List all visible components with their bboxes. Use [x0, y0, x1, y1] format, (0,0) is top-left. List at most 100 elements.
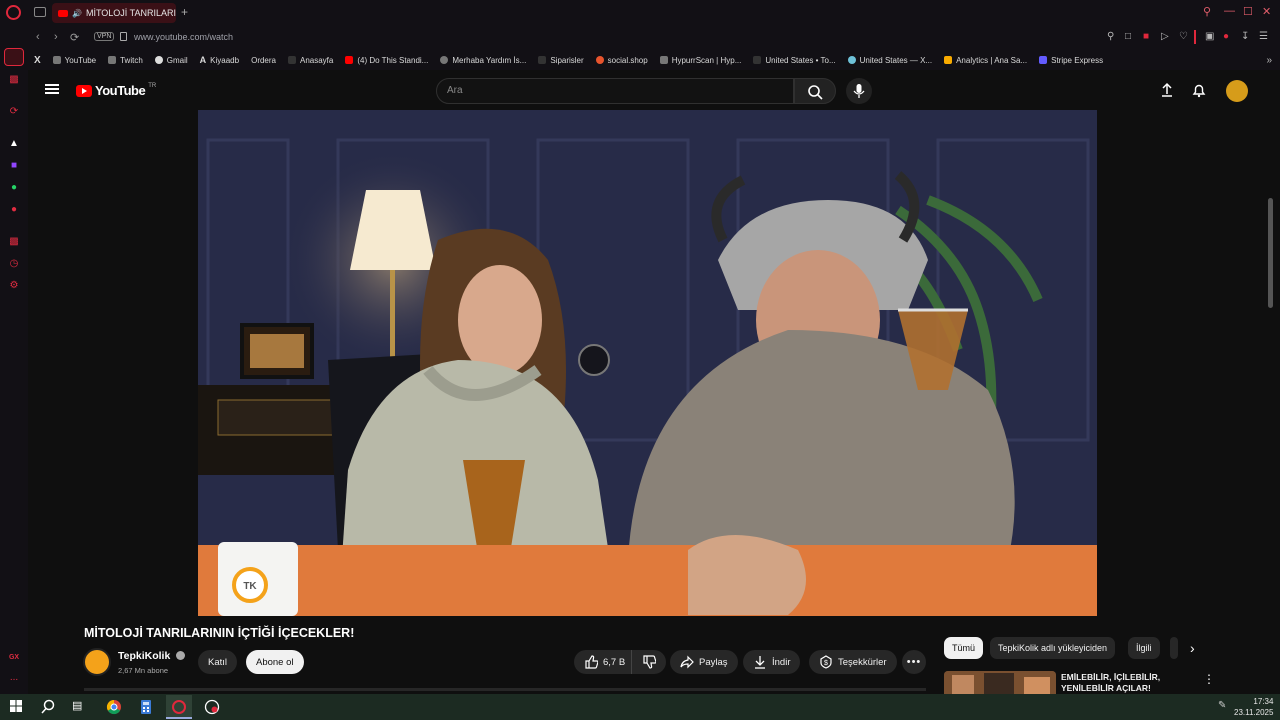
bookmark-item[interactable]: YouTube: [47, 56, 102, 65]
guide-menu-icon[interactable]: [45, 84, 59, 94]
opera-gx-app[interactable]: [166, 695, 192, 719]
extensions-icon[interactable]: ▣: [1205, 31, 1214, 42]
scrollbar-thumb[interactable]: [1268, 198, 1273, 308]
sidebar-home-icon[interactable]: [4, 48, 24, 66]
thanks-button[interactable]: $ Teşekkürler: [809, 650, 897, 674]
mug-logo-text: TK: [243, 581, 257, 592]
forward-icon[interactable]: ›: [54, 31, 58, 43]
bookmark-item[interactable]: Anasayfa: [282, 56, 339, 65]
notifications-button[interactable]: [1191, 82, 1207, 98]
vpn-badge[interactable]: VPN: [94, 32, 115, 41]
bookmark-item[interactable]: A Kiyaadb: [194, 55, 245, 65]
bookmarks-overflow-icon[interactable]: »: [1266, 55, 1280, 66]
bookmark-item[interactable]: social.shop: [590, 56, 654, 65]
share-button[interactable]: Paylaş: [670, 650, 738, 674]
chip-all[interactable]: Tümü: [944, 637, 984, 659]
recommendation-title[interactable]: EMİLEBİLİR, İÇİLEBİLİR, YENİLEBİLİR AÇIL…: [1061, 672, 1201, 694]
sidebar-twitch-icon[interactable]: ■: [6, 160, 22, 174]
channel-avatar[interactable]: [83, 648, 111, 676]
bookmark-item[interactable]: HypurrScan | Hyp...: [654, 56, 748, 65]
chip-related[interactable]: İlgili: [1128, 637, 1160, 659]
more-actions-button[interactable]: •••: [902, 650, 926, 674]
adblock-icon[interactable]: ■: [1143, 31, 1149, 42]
chevron-right-icon[interactable]: ›: [1190, 640, 1195, 656]
bookmark-item[interactable]: Merhaba Yardım İs...: [434, 56, 532, 65]
clock-time: 17:34: [1253, 697, 1274, 706]
chip-from-uploader[interactable]: TepkiKolik adlı yükleyiciden: [990, 637, 1116, 659]
thumbnail-image: [944, 671, 1056, 694]
account-icon[interactable]: ●: [1223, 31, 1229, 42]
bookmark-x[interactable]: X: [28, 55, 47, 66]
video-player[interactable]: TK: [198, 110, 1097, 616]
sidebar-wallet-icon[interactable]: ▩: [6, 236, 22, 250]
easy-setup-icon[interactable]: ☰: [1259, 31, 1268, 42]
minimize-icon[interactable]: —: [1224, 5, 1235, 17]
bookmark-item[interactable]: Analytics | Ana Sa...: [938, 56, 1033, 65]
lock-icon[interactable]: [120, 32, 127, 41]
new-tab-plus-icon[interactable]: +: [181, 5, 188, 19]
opera-gx-logo-icon[interactable]: [6, 5, 21, 20]
channel-name[interactable]: TepkiKolik: [118, 650, 186, 662]
bookmark-item[interactable]: (4) Do This Standi...: [339, 56, 434, 65]
avatar[interactable]: [1226, 80, 1248, 102]
tab-active[interactable]: 🔊 MİTOLOJİ TANRILARIN: [52, 3, 176, 23]
share-label: Paylaş: [699, 656, 728, 668]
recording-app[interactable]: [204, 699, 220, 715]
bookmark-item[interactable]: Ordera: [245, 56, 282, 65]
page-icon: [753, 56, 762, 64]
bookmarks-bar: X YouTube Twitch Gmail A Kiyaadb Ordera A…: [28, 50, 1280, 70]
dislike-button[interactable]: [631, 650, 666, 674]
heart-icon[interactable]: ♡: [1179, 31, 1188, 42]
taskbar-clock[interactable]: 17:34 23.11.2025: [1234, 696, 1273, 718]
sidebar-gamepad-icon[interactable]: ▩: [6, 74, 22, 88]
downloads-icon[interactable]: ↧: [1241, 31, 1249, 42]
search-button[interactable]: [794, 78, 836, 104]
download-button[interactable]: İndir: [743, 650, 801, 674]
tab-menu-icon[interactable]: [34, 7, 46, 17]
sidebar-more-icon[interactable]: ...: [6, 672, 22, 686]
sidebar-reload-icon[interactable]: ⟳: [6, 106, 22, 120]
analytics-icon: [944, 56, 953, 64]
bookmark-item[interactable]: Stripe Express: [1033, 56, 1109, 65]
search-input[interactable]: Ara: [436, 78, 794, 104]
kebab-menu-icon[interactable]: ⋮: [1203, 672, 1215, 686]
sidebar-gx-label[interactable]: GX: [6, 654, 22, 668]
pin-icon[interactable]: ⚲: [1107, 31, 1114, 42]
chip-overflow[interactable]: [1170, 637, 1178, 659]
task-view-icon[interactable]: ▤: [72, 699, 88, 715]
sidebar-history-icon[interactable]: ◷: [6, 258, 22, 272]
bookmark-item[interactable]: Twitch: [102, 56, 149, 65]
network-icon[interactable]: ✎: [1218, 700, 1226, 711]
taskbar-search-button[interactable]: [40, 699, 56, 715]
subscribe-button[interactable]: Abone ol: [246, 650, 304, 674]
maximize-icon[interactable]: ☐: [1243, 5, 1253, 18]
player-icon[interactable]: ▷: [1161, 31, 1169, 42]
bookmark-item[interactable]: United States — X...: [842, 56, 938, 65]
search-tabs-icon[interactable]: ⚲: [1203, 5, 1211, 18]
reload-icon[interactable]: ⟳: [70, 31, 79, 44]
sidebar-settings-icon[interactable]: ⚙: [6, 280, 22, 294]
speaker-icon[interactable]: 🔊: [72, 9, 82, 18]
bookmark-item[interactable]: United States • To...: [747, 56, 841, 65]
join-button[interactable]: Katıl: [198, 650, 238, 674]
bookmark-label: Gmail: [166, 55, 188, 65]
more-horizontal-icon: •••: [906, 656, 922, 668]
chrome-app[interactable]: [106, 699, 122, 715]
close-icon[interactable]: ✕: [1262, 5, 1271, 18]
snapshot-icon[interactable]: □: [1125, 31, 1131, 42]
sidebar-whatsapp-icon[interactable]: ●: [6, 182, 22, 196]
calculator-app[interactable]: [138, 699, 154, 715]
url-field[interactable]: www.youtube.com/watch: [134, 32, 233, 42]
bookmark-item[interactable]: Gmail: [149, 56, 194, 65]
sidebar-aria-icon[interactable]: ▲: [6, 138, 22, 152]
voice-search-button[interactable]: [846, 78, 872, 104]
upload-button[interactable]: [1159, 82, 1175, 98]
like-button[interactable]: 6,7 B: [574, 650, 634, 674]
back-icon[interactable]: ‹: [36, 31, 40, 43]
page-icon: [288, 56, 296, 64]
sidebar-vk-icon[interactable]: ●: [6, 204, 22, 218]
bookmark-item[interactable]: Siparisler: [532, 56, 589, 65]
recommendation-thumbnail[interactable]: [944, 671, 1056, 694]
youtube-logo[interactable]: YouTube TR: [76, 83, 156, 98]
start-button[interactable]: [9, 699, 25, 715]
